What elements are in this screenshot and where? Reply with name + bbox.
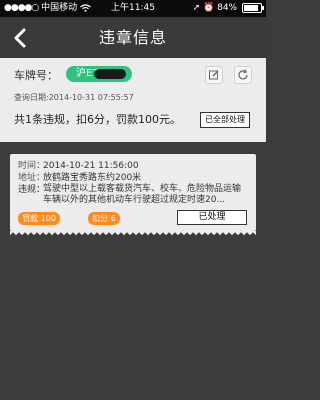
status-right: ➚ ⏰ 84% xyxy=(192,0,264,17)
violation-description: 驾驶中型以上载客载货汽车、校车、危险物品运输车辆以外的其他机动车行驶超过规定时速… xyxy=(43,184,242,205)
plate-label: 车牌号： xyxy=(14,69,58,82)
summary-panel: 车牌号： 沪ET 查询日期:2014-10-31 07:55:57 共1条违规，… xyxy=(0,58,266,142)
location-value: 放鹤路宝秀路东约200米 xyxy=(43,173,142,183)
handle-all-button[interactable]: 已全部处理 xyxy=(200,112,250,128)
violation-summary: 共1条违规，扣6分，罚款100元。 xyxy=(14,113,181,126)
battery-icon xyxy=(242,2,264,13)
battery-percent: 84% xyxy=(217,3,238,13)
page-title: 违章信息 xyxy=(98,28,167,47)
violation-label: 违规： xyxy=(18,185,46,195)
status-bar: ●●●●○ 中国移动 上午11:45 ➚ ⏰ 84% xyxy=(0,0,266,17)
query-date: 查询日期:2014-10-31 07:55:57 xyxy=(14,93,134,102)
plate-badge: 沪ET xyxy=(66,66,132,82)
location-arrow-icon: ➚ xyxy=(192,3,201,13)
back-button[interactable] xyxy=(6,23,36,53)
card-torn-edge xyxy=(10,231,256,237)
refresh-button[interactable] xyxy=(234,66,252,84)
edit-icon xyxy=(209,70,219,80)
battery-fill xyxy=(244,4,258,11)
plate-redaction xyxy=(94,69,126,79)
violation-card: 时间：2014-10-21 11:56:00 地址：放鹤路宝秀路东约200米 违… xyxy=(10,154,256,231)
points-badge: 扣分 6 xyxy=(88,212,120,225)
refresh-icon xyxy=(238,69,248,80)
handled-status: 已处理 xyxy=(177,210,247,225)
edit-button[interactable] xyxy=(205,66,223,84)
nav-bar: 违章信息 xyxy=(0,17,266,58)
alarm-icon: ⏰ xyxy=(203,3,215,13)
fine-badge: 罚款 100 xyxy=(18,212,60,225)
chevron-left-icon xyxy=(14,28,26,48)
